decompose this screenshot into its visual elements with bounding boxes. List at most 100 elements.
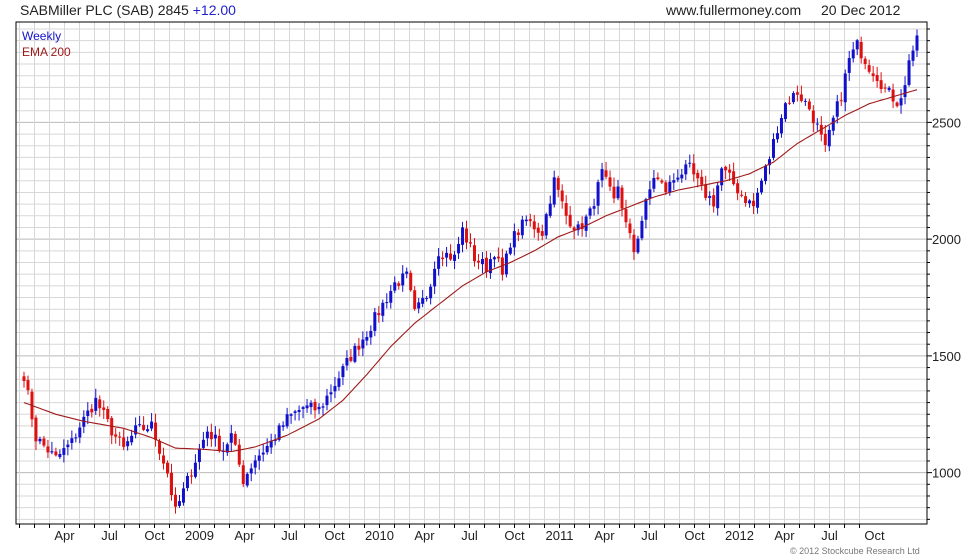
x-tick-label: Apr bbox=[54, 528, 75, 543]
candle bbox=[142, 416, 146, 432]
candle bbox=[799, 85, 803, 103]
candle bbox=[269, 433, 273, 454]
candle bbox=[138, 415, 142, 427]
candle bbox=[660, 178, 664, 185]
y-axis: 1000 1500 2000 2500 bbox=[927, 28, 961, 520]
candle bbox=[636, 235, 640, 255]
candle bbox=[265, 438, 269, 455]
plot-frame bbox=[15, 21, 928, 525]
candle bbox=[465, 220, 469, 250]
candle bbox=[130, 429, 134, 446]
candle bbox=[193, 454, 197, 479]
candle bbox=[114, 428, 118, 444]
candle bbox=[716, 181, 720, 216]
candle bbox=[453, 251, 457, 270]
candle bbox=[393, 276, 397, 294]
candle bbox=[225, 442, 229, 456]
candle bbox=[401, 265, 405, 292]
candle bbox=[329, 384, 333, 403]
x-tick-label: Jul bbox=[101, 528, 118, 543]
candle bbox=[297, 405, 301, 421]
candle bbox=[253, 455, 257, 475]
candle bbox=[564, 195, 568, 225]
y-tick-label: 1000 bbox=[932, 466, 961, 481]
candle bbox=[696, 169, 700, 188]
x-tick-label: 2011 bbox=[546, 528, 574, 543]
candle bbox=[170, 463, 174, 501]
candle bbox=[764, 164, 768, 185]
candle bbox=[648, 180, 652, 206]
candle bbox=[289, 413, 293, 424]
x-tick-label: Oct bbox=[144, 528, 165, 543]
candle bbox=[536, 222, 540, 241]
candle bbox=[177, 495, 181, 508]
candle bbox=[333, 376, 337, 399]
candle bbox=[572, 226, 576, 240]
candle bbox=[317, 403, 321, 415]
candle bbox=[189, 469, 193, 484]
x-tick-label: Oct bbox=[504, 528, 525, 543]
candle bbox=[413, 286, 417, 311]
candle bbox=[217, 428, 221, 453]
candle bbox=[457, 236, 461, 259]
candle bbox=[903, 76, 907, 105]
candle bbox=[684, 159, 688, 180]
candle bbox=[508, 242, 512, 256]
candle bbox=[50, 441, 54, 455]
candle bbox=[851, 42, 855, 63]
candle bbox=[787, 96, 791, 106]
candle bbox=[688, 154, 692, 168]
x-tick-label: Jul bbox=[641, 528, 658, 543]
x-tick-label: 2010 bbox=[365, 528, 394, 543]
candle bbox=[532, 215, 536, 238]
candle bbox=[162, 447, 166, 470]
legend-weekly: Weekly bbox=[22, 29, 61, 43]
candle bbox=[405, 267, 409, 279]
candle bbox=[209, 423, 213, 447]
candle bbox=[899, 89, 903, 114]
candle bbox=[66, 439, 70, 456]
x-tick-label: Oct bbox=[324, 528, 345, 543]
ema-200-line bbox=[23, 89, 918, 453]
candle bbox=[791, 91, 795, 105]
y-tick-label: 2500 bbox=[932, 115, 961, 130]
candle bbox=[70, 430, 74, 450]
candle bbox=[883, 83, 887, 93]
candle bbox=[98, 395, 102, 417]
candle bbox=[126, 436, 130, 451]
candle bbox=[445, 246, 449, 267]
candle bbox=[767, 156, 771, 175]
candle bbox=[245, 472, 249, 488]
candle bbox=[704, 175, 708, 201]
candle bbox=[249, 463, 253, 482]
candle bbox=[201, 432, 205, 450]
candle bbox=[871, 65, 875, 82]
candle bbox=[22, 371, 26, 388]
candle bbox=[708, 191, 712, 206]
candle bbox=[341, 363, 345, 386]
candle bbox=[600, 162, 604, 188]
candle bbox=[150, 413, 154, 432]
candle bbox=[425, 295, 429, 302]
candle bbox=[205, 426, 209, 447]
x-tick-label: 2012 bbox=[725, 528, 754, 543]
candle bbox=[409, 270, 413, 292]
candle bbox=[361, 331, 365, 357]
candle bbox=[771, 133, 775, 161]
x-tick-label: Apr bbox=[414, 528, 435, 543]
candle bbox=[26, 375, 30, 395]
candle bbox=[815, 118, 819, 131]
candle bbox=[102, 400, 106, 419]
candle bbox=[281, 421, 285, 431]
candle bbox=[90, 404, 94, 418]
candle bbox=[520, 215, 524, 239]
candle bbox=[389, 284, 393, 309]
x-tick-label: Apr bbox=[774, 528, 795, 543]
candle bbox=[285, 407, 289, 429]
candle bbox=[760, 178, 764, 195]
candle bbox=[560, 184, 564, 209]
candle bbox=[337, 371, 341, 391]
candle bbox=[441, 251, 445, 267]
candle bbox=[863, 56, 867, 70]
x-tick-label: Oct bbox=[864, 528, 885, 543]
